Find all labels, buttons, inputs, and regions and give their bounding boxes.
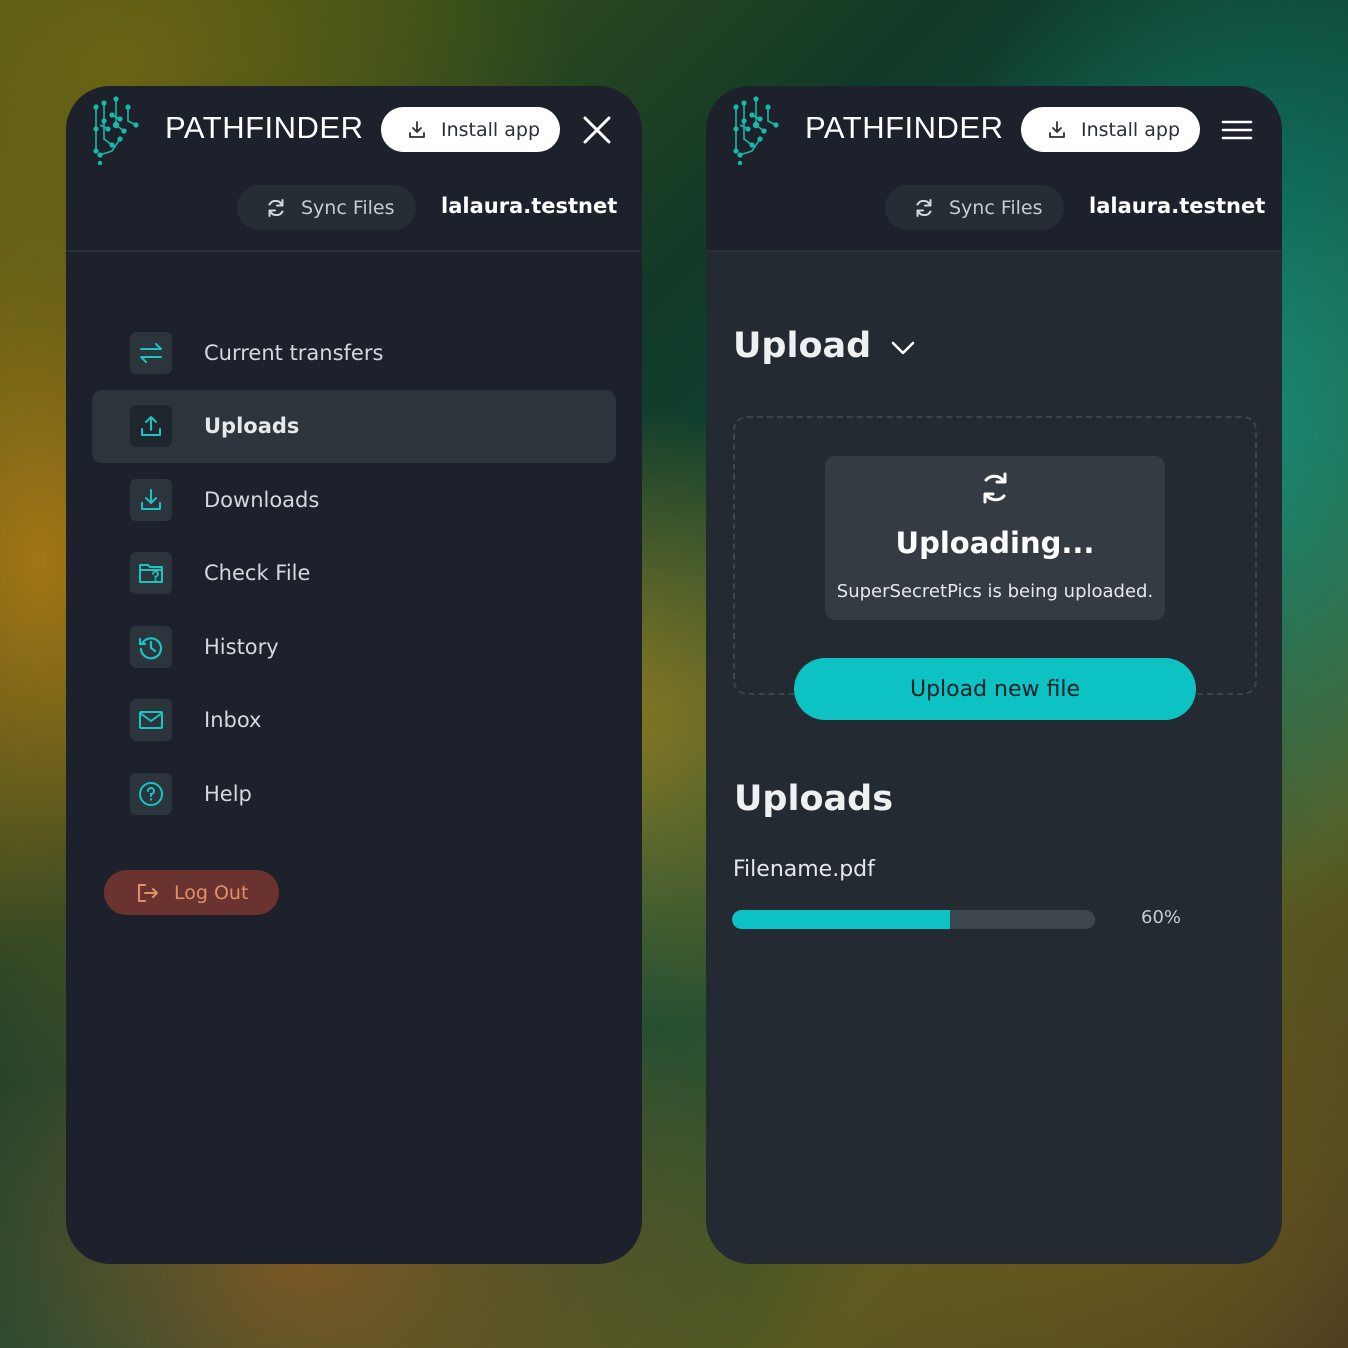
- upload-status-card: Uploading... SuperSecretPics is being up…: [825, 456, 1165, 620]
- logout-label: Log Out: [174, 881, 249, 904]
- pathfinder-logo-icon: [93, 96, 139, 165]
- sidebar-item-label: Inbox: [204, 708, 262, 733]
- upload-screen: PATHFINDER Install app Sync Files lalaur…: [706, 86, 1282, 1264]
- sidebar-item-uploads[interactable]: Uploads: [92, 389, 616, 463]
- sidebar-item-label: Uploads: [204, 414, 300, 439]
- install-app-button[interactable]: Install app: [1021, 107, 1200, 152]
- logout-button[interactable]: Log Out: [104, 870, 279, 915]
- download-icon: [409, 120, 425, 138]
- history-icon: [138, 637, 163, 660]
- chevron-down-icon[interactable]: [890, 340, 916, 356]
- sync-files-label: Sync Files: [949, 196, 1043, 219]
- sync-icon: [983, 472, 1007, 504]
- upload-status-description: SuperSecretPics is being uploaded.: [836, 581, 1154, 602]
- sidebar-item-check-file[interactable]: Check File: [92, 537, 616, 610]
- sidebar-item-label: Help: [204, 782, 252, 807]
- sidebar-item-label: Current transfers: [204, 340, 384, 365]
- install-app-button[interactable]: Install app: [381, 107, 560, 152]
- upload-filename: Filename.pdf: [733, 857, 875, 882]
- sidebar-menu: Current transfers Uploads Downloads Chec…: [92, 316, 616, 831]
- pathfinder-logo-icon: [733, 96, 779, 165]
- page-title: Upload: [733, 326, 872, 366]
- app-header: PATHFINDER Install app Sync Files lalaur…: [66, 86, 642, 252]
- sync-icon: [268, 198, 284, 217]
- folder-question-icon: [139, 564, 163, 584]
- mail-icon: [139, 711, 163, 730]
- account-name: lalaura.testnet: [1089, 194, 1266, 218]
- sidebar-item-label: History: [204, 634, 279, 659]
- help-circle-icon: [139, 782, 163, 807]
- app-header: PATHFINDER Install app Sync Files lalaur…: [706, 86, 1282, 252]
- upload-new-file-button[interactable]: Upload new file: [794, 658, 1196, 720]
- hamburger-menu-icon[interactable]: [1221, 119, 1253, 141]
- install-app-label: Install app: [1081, 118, 1180, 141]
- logout-icon: [138, 883, 158, 902]
- sidebar-item-inbox[interactable]: Inbox: [92, 684, 616, 757]
- account-name: lalaura.testnet: [441, 194, 618, 218]
- upload-progress-fill: [732, 910, 950, 929]
- close-icon[interactable]: [581, 114, 613, 146]
- sync-files-button[interactable]: Sync Files: [885, 185, 1064, 230]
- upload-progress-bar: [732, 910, 1095, 929]
- brand-name: PATHFINDER: [165, 110, 364, 145]
- sync-files-button[interactable]: Sync Files: [237, 185, 416, 230]
- sidebar-item-label: Downloads: [204, 487, 320, 512]
- sidebar-item-current-transfers[interactable]: Current transfers: [92, 316, 616, 389]
- upload-progress-percent: 60%: [1141, 907, 1182, 928]
- transfer-arrows-icon: [140, 342, 162, 363]
- install-app-label: Install app: [441, 118, 540, 141]
- menu-screen: PATHFINDER Install app Sync Files lalaur…: [66, 86, 642, 1264]
- sync-files-label: Sync Files: [301, 196, 395, 219]
- sync-icon: [916, 198, 932, 217]
- uploads-heading: Uploads: [734, 779, 894, 819]
- download-icon: [1049, 120, 1065, 138]
- sidebar-item-downloads[interactable]: Downloads: [92, 463, 616, 536]
- brand-name: PATHFINDER: [805, 110, 1004, 145]
- sidebar-item-history[interactable]: History: [92, 610, 616, 683]
- upload-status-title: Uploading...: [895, 526, 1095, 560]
- upload-icon: [141, 416, 161, 437]
- sidebar-item-help[interactable]: Help: [92, 758, 616, 831]
- download-icon: [141, 488, 161, 510]
- sidebar-item-label: Check File: [204, 561, 311, 586]
